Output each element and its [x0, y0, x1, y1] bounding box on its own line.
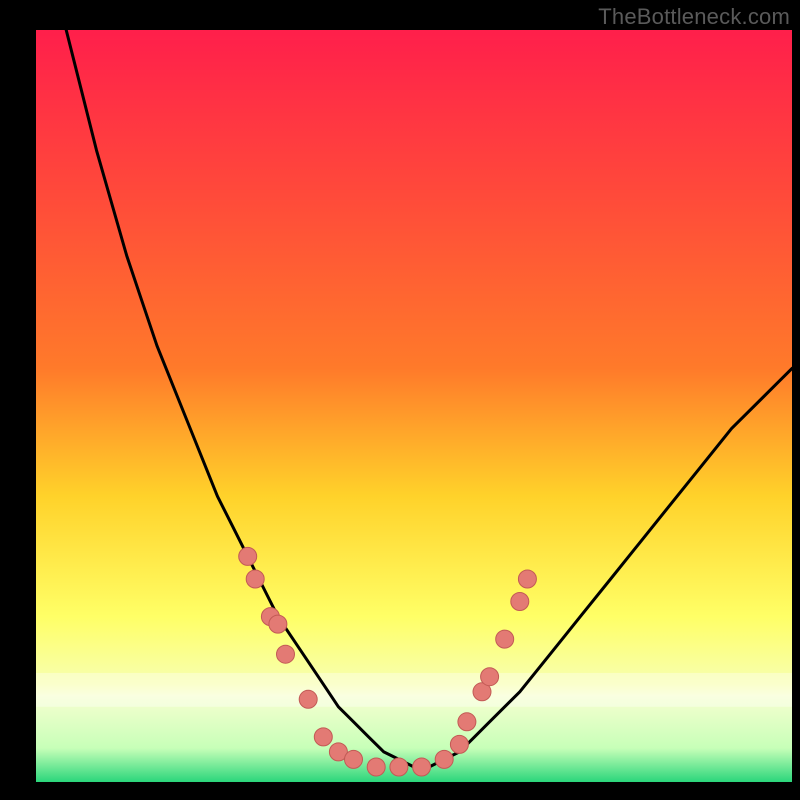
data-dot — [413, 758, 431, 776]
data-dot — [299, 690, 317, 708]
data-dot — [390, 758, 408, 776]
data-dot — [239, 547, 257, 565]
data-dot — [435, 750, 453, 768]
bottleneck-chart — [0, 0, 800, 800]
data-dot — [269, 615, 287, 633]
data-dot — [314, 728, 332, 746]
data-dot — [518, 570, 536, 588]
data-dot — [458, 713, 476, 731]
data-dot — [450, 735, 468, 753]
data-dot — [481, 668, 499, 686]
gradient-background — [36, 30, 792, 782]
data-dot — [496, 630, 514, 648]
data-dot — [345, 750, 363, 768]
data-dot — [511, 593, 529, 611]
data-dot — [246, 570, 264, 588]
chart-frame: TheBottleneck.com — [0, 0, 800, 800]
watermark-text: TheBottleneck.com — [598, 4, 790, 30]
data-dot — [277, 645, 295, 663]
highlight-band — [36, 673, 792, 707]
data-dot — [367, 758, 385, 776]
